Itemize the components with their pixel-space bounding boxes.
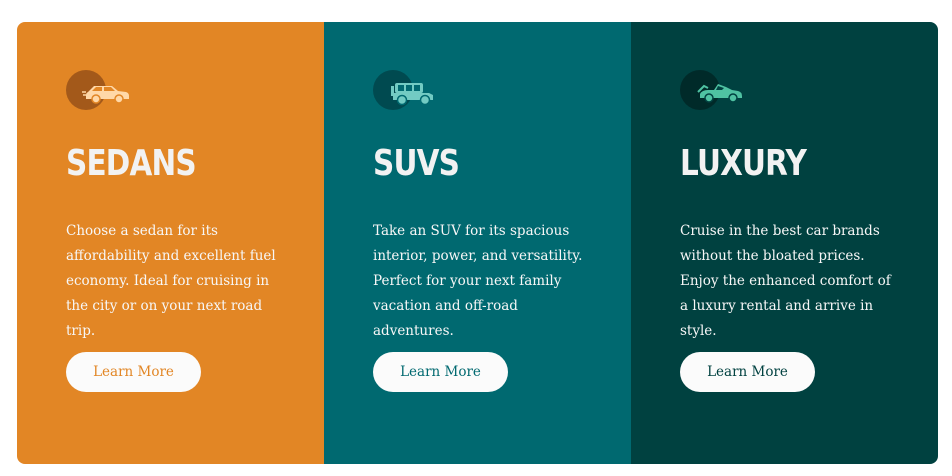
learn-more-button-luxury[interactable]: Learn More [680, 352, 815, 392]
card-description: Cruise in the best car brands without th… [680, 223, 891, 339]
luxury-car-icon [697, 84, 742, 103]
suv-icon-container [373, 70, 437, 112]
card-luxury: LUXURY Cruise in the best car brands wit… [631, 22, 938, 464]
suv-car-icon [391, 83, 433, 106]
luxury-icon-container [680, 70, 744, 112]
card-description: Take an SUV for its spacious interior, p… [373, 223, 583, 339]
sedan-icon-container [66, 70, 130, 112]
card-title: SUVS [373, 143, 460, 184]
sedan-car-icon [82, 86, 129, 104]
learn-more-button-sedans[interactable]: Learn More [66, 352, 201, 392]
card-sedans: SEDANS Choose a sedan for its affordabil… [17, 22, 324, 464]
car-category-cards: SEDANS Choose a sedan for its affordabil… [17, 22, 938, 464]
learn-more-button-suvs[interactable]: Learn More [373, 352, 508, 392]
card-suvs: SUVS Take an SUV for its spacious interi… [324, 22, 631, 464]
card-description: Choose a sedan for its affordability and… [66, 223, 276, 339]
card-title: LUXURY [680, 143, 807, 184]
card-title: SEDANS [66, 143, 197, 184]
